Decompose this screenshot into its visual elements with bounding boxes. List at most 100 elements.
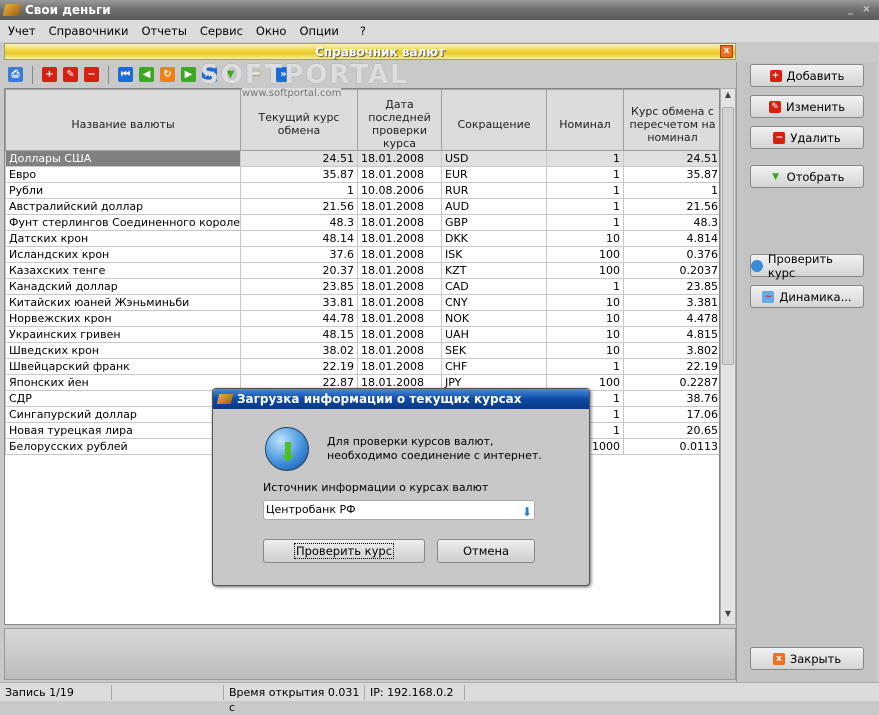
cell-rate[interactable]: 37.6 xyxy=(240,246,358,263)
cell-converted-rate[interactable]: 3.381 xyxy=(623,294,719,311)
cancel-button[interactable]: Отмена xyxy=(437,539,535,563)
cell-name[interactable]: Шведских крон xyxy=(5,342,241,359)
add-button[interactable]: + Добавить xyxy=(750,64,864,87)
cell-date[interactable]: 18.01.2008 xyxy=(357,150,442,167)
table-row[interactable]: Рубли 1 10.08.2006 RUR 1 1 xyxy=(5,182,719,199)
cell-date[interactable]: 18.01.2008 xyxy=(357,294,442,311)
cell-name[interactable]: Норвежских крон xyxy=(5,310,241,327)
cell-converted-rate[interactable]: 3.802 xyxy=(623,342,719,359)
scroll-thumb[interactable] xyxy=(722,107,734,365)
cell-converted-rate[interactable]: 4.815 xyxy=(623,326,719,343)
column-header-converted-rate[interactable]: Курс обмена с пересчетом на номинал xyxy=(623,89,719,151)
delete-button[interactable]: − Удалить xyxy=(750,126,864,149)
print-icon[interactable]: ⎙ xyxy=(8,67,23,82)
menu-options[interactable]: Опции xyxy=(299,24,338,38)
cell-nominal[interactable]: 1 xyxy=(546,214,624,231)
cell-converted-rate[interactable]: 17.06 xyxy=(623,406,719,423)
table-row[interactable]: Китайских юаней Жэньминьби 33.81 18.01.200… xyxy=(5,294,719,311)
next-record-icon[interactable]: ▶ xyxy=(181,67,196,82)
table-row[interactable]: Евро 35.87 18.01.2008 EUR 1 35.87 xyxy=(5,166,719,183)
cell-nominal[interactable]: 10 xyxy=(546,294,624,311)
refresh-icon[interactable]: ↻ xyxy=(160,67,175,82)
cell-nominal[interactable]: 1 xyxy=(546,150,624,167)
cell-rate[interactable]: 48.14 xyxy=(240,230,358,247)
cell-name[interactable]: СДР xyxy=(5,390,241,407)
table-row[interactable]: Исландских крон 37.6 18.01.2008 ISK 100 0.376 xyxy=(5,246,719,263)
dropdown-arrow-icon[interactable]: ⬇ xyxy=(522,503,532,521)
cell-converted-rate[interactable]: 20.65 xyxy=(623,422,719,439)
cell-converted-rate[interactable]: 0.376 xyxy=(623,246,719,263)
scroll-up-arrow[interactable]: ▲ xyxy=(722,90,734,104)
close-window-button[interactable]: × xyxy=(860,3,873,16)
cell-name[interactable]: Евро xyxy=(5,166,241,183)
cell-converted-rate[interactable]: 48.3 xyxy=(623,214,719,231)
prev-record-icon[interactable]: ◀ xyxy=(139,67,154,82)
menu-references[interactable]: Справочники xyxy=(49,24,129,38)
column-header-code[interactable]: Сокращение xyxy=(441,89,547,151)
cell-name[interactable]: Австралийский доллар xyxy=(5,198,241,215)
menu-reports[interactable]: Отчеты xyxy=(142,24,187,38)
cell-date[interactable]: 18.01.2008 xyxy=(357,246,442,263)
cell-converted-rate[interactable]: 24.51 xyxy=(623,150,719,167)
cell-nominal[interactable]: 1 xyxy=(546,198,624,215)
cell-nominal[interactable]: 1 xyxy=(546,182,624,199)
cell-rate[interactable]: 24.51 xyxy=(240,150,358,167)
cell-nominal[interactable]: 100 xyxy=(546,262,624,279)
cell-nominal[interactable]: 10 xyxy=(546,326,624,343)
cell-date[interactable]: 18.01.2008 xyxy=(357,358,442,375)
minimize-button[interactable]: _ xyxy=(844,3,857,16)
cell-code[interactable]: SEK xyxy=(441,342,547,359)
cell-rate[interactable]: 21.56 xyxy=(240,198,358,215)
cell-converted-rate[interactable]: 38.76 xyxy=(623,390,719,407)
cell-name[interactable]: Датских крон xyxy=(5,230,241,247)
table-row[interactable]: Шведских крон 38.02 18.01.2008 SEK 10 3.802 xyxy=(5,342,719,359)
cell-rate[interactable]: 23.85 xyxy=(240,278,358,295)
cell-date[interactable]: 18.01.2008 xyxy=(357,262,442,279)
edit-button[interactable]: ✎ Изменить xyxy=(750,95,864,118)
table-scrollbar[interactable]: ▲ ▼ xyxy=(720,88,736,625)
cell-nominal[interactable]: 1 xyxy=(546,358,624,375)
cell-code[interactable]: GBP xyxy=(441,214,547,231)
cell-rate[interactable]: 48.3 xyxy=(240,214,358,231)
cell-date[interactable]: 18.01.2008 xyxy=(357,214,442,231)
search-icon[interactable]: ✉ xyxy=(244,67,270,82)
table-row[interactable]: Фунт стерлингов Соединенного королевства… xyxy=(5,214,719,231)
cell-converted-rate[interactable]: 4.814 xyxy=(623,230,719,247)
cell-name[interactable]: Канадский доллар xyxy=(5,278,241,295)
cell-code[interactable]: KZT xyxy=(441,262,547,279)
last-record-icon[interactable]: ⏭ xyxy=(202,67,217,82)
cell-nominal[interactable]: 100 xyxy=(546,246,624,263)
column-header-name[interactable]: Название валюты xyxy=(5,89,241,151)
table-row[interactable]: Австралийский доллар 21.56 18.01.2008 AUD 1 2… xyxy=(5,198,719,215)
cell-rate[interactable]: 35.87 xyxy=(240,166,358,183)
table-row[interactable]: Казахских тенге 20.37 18.01.2008 KZT 100 0.20… xyxy=(5,262,719,279)
menu-account[interactable]: Учет xyxy=(8,24,36,38)
cell-rate[interactable]: 20.37 xyxy=(240,262,358,279)
cell-converted-rate[interactable]: 0.2037 xyxy=(623,262,719,279)
cell-converted-rate[interactable]: 4.478 xyxy=(623,310,719,327)
cell-code[interactable]: EUR xyxy=(441,166,547,183)
cell-name[interactable]: Фунт стерлингов Соединенного королевства xyxy=(5,214,241,231)
cell-date[interactable]: 18.01.2008 xyxy=(357,278,442,295)
cell-nominal[interactable]: 1 xyxy=(546,278,624,295)
filter-button[interactable]: ▼ Отобрать xyxy=(750,165,864,188)
cell-rate[interactable]: 1 xyxy=(240,182,358,199)
cell-code[interactable]: UAH xyxy=(441,326,547,343)
table-row[interactable]: Норвежских крон 44.78 18.01.2008 NOK 10 4.478 xyxy=(5,310,719,327)
cell-name[interactable]: Белорусских рублей xyxy=(5,438,241,455)
child-close-button[interactable]: x xyxy=(720,45,733,58)
close-button[interactable]: x Закрыть xyxy=(750,647,864,670)
cell-nominal[interactable]: 10 xyxy=(546,230,624,247)
cell-nominal[interactable]: 1 xyxy=(546,166,624,183)
cell-name[interactable]: Швейцарский франк xyxy=(5,358,241,375)
cell-code[interactable]: DKK xyxy=(441,230,547,247)
table-row[interactable]: Украинских гривен 48.15 18.01.2008 UAH 10 4.8… xyxy=(5,326,719,343)
column-header-rate[interactable]: Текущий курс обмена xyxy=(240,89,358,151)
cell-date[interactable]: 18.01.2008 xyxy=(357,342,442,359)
source-select[interactable]: Центробанк РФ ⬇ xyxy=(263,500,535,520)
scroll-down-arrow[interactable]: ▼ xyxy=(722,609,734,623)
cell-converted-rate[interactable]: 0.0113 xyxy=(623,438,719,455)
cell-code[interactable]: CNY xyxy=(441,294,547,311)
menu-service[interactable]: Сервис xyxy=(200,24,243,38)
cell-code[interactable]: CHF xyxy=(441,358,547,375)
